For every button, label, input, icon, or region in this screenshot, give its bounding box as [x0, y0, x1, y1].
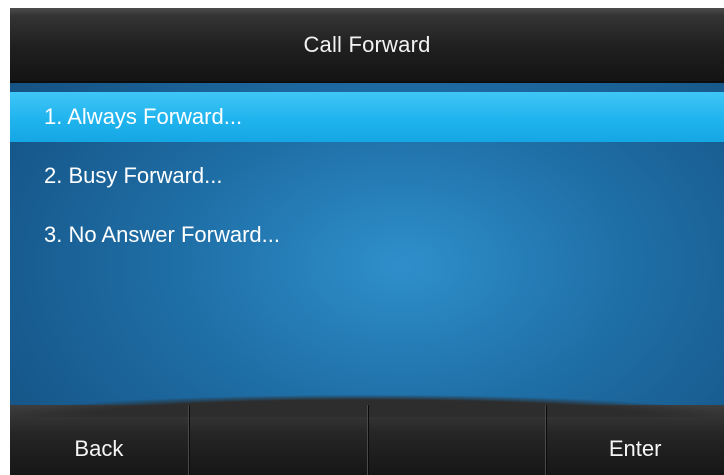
- menu-item-busy-forward[interactable]: 2. Busy Forward...: [10, 151, 724, 201]
- menu-item-label: 3. No Answer Forward...: [44, 222, 280, 247]
- enter-softkey-label: Enter: [608, 436, 662, 461]
- screen-title: Call Forward: [303, 31, 431, 57]
- menu-item-label: 1. Always Forward...: [44, 104, 243, 129]
- softkey-3[interactable]: [366, 405, 546, 475]
- back-softkey[interactable]: Back: [10, 405, 188, 475]
- phone-screen: Call Forward 1. Always Forward... 2. Bus…: [10, 8, 724, 475]
- softkey-2[interactable]: [187, 405, 367, 475]
- title-bar: Call Forward: [10, 8, 724, 83]
- menu-item-no-answer-forward[interactable]: 3. No Answer Forward...: [10, 210, 724, 260]
- softkey-bar: Back Enter: [10, 395, 724, 475]
- back-softkey-label: Back: [74, 436, 124, 461]
- enter-softkey[interactable]: Enter: [545, 405, 724, 475]
- menu-item-label: 2. Busy Forward...: [44, 163, 223, 188]
- menu-list: 1. Always Forward... 2. Busy Forward... …: [10, 92, 724, 269]
- menu-item-always-forward[interactable]: 1. Always Forward...: [10, 92, 724, 142]
